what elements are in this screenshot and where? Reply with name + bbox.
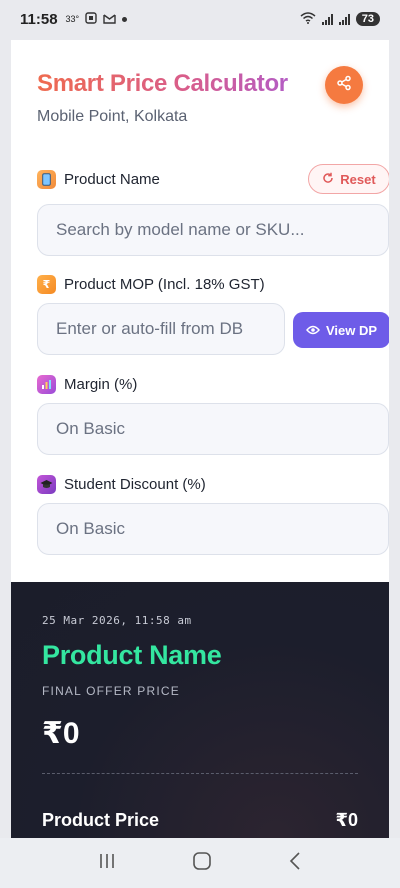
receipt-product-name: Product Name [42, 640, 222, 670]
back-icon[interactable] [288, 851, 302, 875]
product-mop-label: ₹ Product MOP (Incl. 18% GST) [37, 275, 265, 294]
status-time: 11:58 [20, 10, 58, 28]
final-offer-value: ₹0 [42, 717, 80, 750]
screenshot-icon [85, 12, 97, 26]
product-price-label: Product Price [42, 810, 160, 830]
store-subtitle: Mobile Point, Kolkata [37, 108, 188, 125]
refresh-icon [322, 172, 334, 187]
bar-chart-icon [37, 375, 56, 394]
calculator-card: Smart Price Calculator Mobile Point, Kol… [11, 40, 389, 838]
rupee-icon: ₹ [37, 275, 56, 294]
recent-apps-icon[interactable] [98, 853, 116, 874]
temperature-indicator: 33° [65, 14, 80, 24]
receipt-datetime: 25 Mar 2026, 11:58 am [42, 614, 192, 627]
gmail-icon [103, 13, 116, 26]
status-bar: 11:58 33° 73 [0, 0, 400, 38]
product-name-label: Product Name [37, 170, 160, 189]
price-receipt: 25 Mar 2026, 11:58 am Product Name FINAL… [11, 582, 389, 838]
graduation-cap-icon [37, 475, 56, 494]
view-dp-button[interactable]: View DP [293, 312, 389, 348]
notification-dot-icon [122, 16, 128, 22]
product-name-input[interactable]: Search by model name or SKU... [37, 204, 389, 256]
margin-input[interactable]: On Basic [37, 403, 389, 455]
home-icon[interactable] [192, 851, 212, 876]
margin-label: Margin (%) [37, 375, 137, 394]
wifi-icon [300, 11, 316, 27]
battery-indicator: 73 [355, 12, 380, 26]
product-price-value: ₹0 [335, 810, 358, 830]
system-nav-bar [0, 838, 400, 888]
eye-icon [306, 323, 320, 338]
share-icon [336, 75, 352, 96]
receipt-divider [42, 773, 358, 774]
reset-button[interactable]: Reset [308, 164, 389, 194]
final-offer-label: FINAL OFFER PRICE [42, 684, 180, 698]
signal-icon-2 [338, 13, 350, 25]
student-discount-input[interactable]: On Basic [37, 503, 389, 555]
student-discount-label: Student Discount (%) [37, 475, 206, 494]
phone-icon [37, 170, 56, 189]
page-title: Smart Price Calculator [37, 70, 288, 97]
product-mop-input[interactable]: Enter or auto-fill from DB [37, 303, 285, 355]
share-button[interactable] [325, 66, 363, 104]
signal-icon [321, 13, 333, 25]
